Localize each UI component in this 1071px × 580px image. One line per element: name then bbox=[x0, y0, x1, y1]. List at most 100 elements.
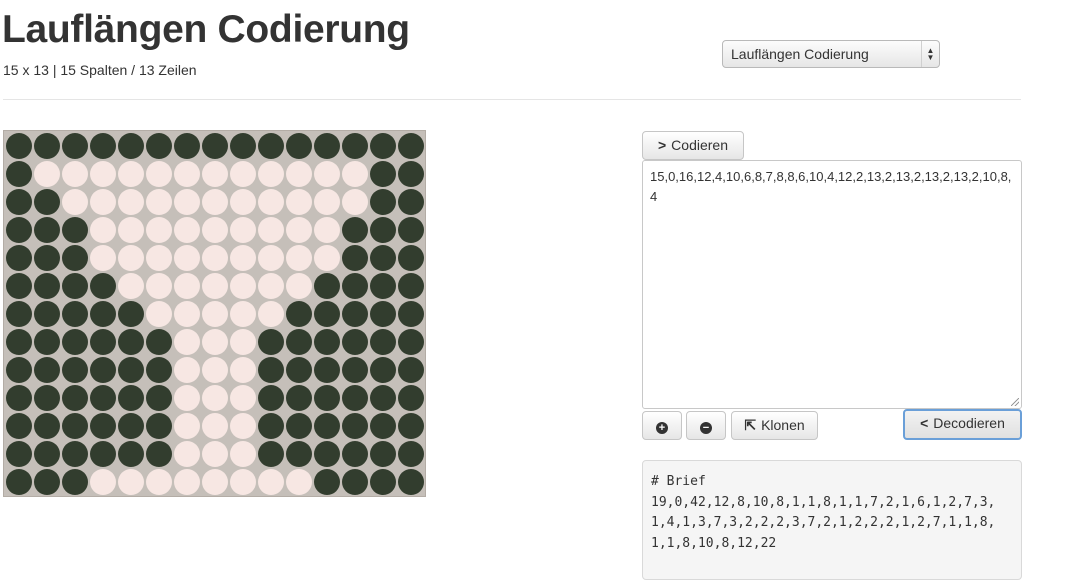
grid-cell[interactable] bbox=[62, 189, 88, 215]
grid-cell[interactable] bbox=[342, 413, 368, 439]
grid-cell[interactable] bbox=[230, 357, 256, 383]
grid-cell[interactable] bbox=[230, 245, 256, 271]
grid-cell[interactable] bbox=[202, 301, 228, 327]
grid-cell[interactable] bbox=[90, 469, 116, 495]
grid-cell[interactable] bbox=[342, 161, 368, 187]
grid-cell[interactable] bbox=[174, 301, 200, 327]
grid-cell[interactable] bbox=[230, 329, 256, 355]
grid-cell[interactable] bbox=[230, 273, 256, 299]
grid-cell[interactable] bbox=[398, 357, 424, 383]
grid-cell[interactable] bbox=[34, 133, 60, 159]
grid-cell[interactable] bbox=[34, 273, 60, 299]
grid-cell[interactable] bbox=[398, 385, 424, 411]
grid-cell[interactable] bbox=[90, 329, 116, 355]
grid-cell[interactable] bbox=[174, 189, 200, 215]
grid-cell[interactable] bbox=[174, 357, 200, 383]
grid-cell[interactable] bbox=[118, 189, 144, 215]
grid-cell[interactable] bbox=[62, 329, 88, 355]
grid-cell[interactable] bbox=[258, 217, 284, 243]
grid-cell[interactable] bbox=[370, 301, 396, 327]
grid-cell[interactable] bbox=[34, 385, 60, 411]
grid-cell[interactable] bbox=[370, 385, 396, 411]
grid-cell[interactable] bbox=[314, 385, 340, 411]
grid-cell[interactable] bbox=[286, 301, 312, 327]
grid-cell[interactable] bbox=[202, 189, 228, 215]
encoding-select[interactable]: Lauflängen Codierung ▲ ▼ bbox=[722, 40, 940, 68]
grid-cell[interactable] bbox=[146, 273, 172, 299]
grid-cell[interactable] bbox=[90, 441, 116, 467]
grid-cell[interactable] bbox=[314, 161, 340, 187]
grid-cell[interactable] bbox=[258, 273, 284, 299]
grid-cell[interactable] bbox=[398, 217, 424, 243]
grid-cell[interactable] bbox=[6, 469, 32, 495]
grid-cell[interactable] bbox=[202, 385, 228, 411]
grid-cell[interactable] bbox=[314, 133, 340, 159]
grid-cell[interactable] bbox=[286, 161, 312, 187]
grid-cell[interactable] bbox=[34, 469, 60, 495]
grid-cell[interactable] bbox=[6, 133, 32, 159]
clone-button[interactable]: ⇱ Klonen bbox=[731, 411, 818, 440]
grid-cell[interactable] bbox=[90, 189, 116, 215]
grid-cell[interactable] bbox=[202, 161, 228, 187]
grid-cell[interactable] bbox=[258, 385, 284, 411]
grid-cell[interactable] bbox=[62, 245, 88, 271]
grid-cell[interactable] bbox=[370, 245, 396, 271]
grid-cell[interactable] bbox=[258, 469, 284, 495]
grid-cell[interactable] bbox=[342, 357, 368, 383]
grid-cell[interactable] bbox=[34, 245, 60, 271]
grid-cell[interactable] bbox=[258, 245, 284, 271]
grid-cell[interactable] bbox=[174, 413, 200, 439]
grid-cell[interactable] bbox=[342, 329, 368, 355]
grid-cell[interactable] bbox=[202, 469, 228, 495]
grid-cell[interactable] bbox=[6, 301, 32, 327]
grid-cell[interactable] bbox=[286, 357, 312, 383]
grid-cell[interactable] bbox=[398, 441, 424, 467]
grid-cell[interactable] bbox=[62, 441, 88, 467]
grid-cell[interactable] bbox=[6, 273, 32, 299]
grid-cell[interactable] bbox=[230, 441, 256, 467]
grid-cell[interactable] bbox=[6, 161, 32, 187]
resize-handle-icon[interactable] bbox=[1011, 398, 1019, 406]
grid-cell[interactable] bbox=[286, 189, 312, 215]
grid-cell[interactable] bbox=[146, 329, 172, 355]
grid-cell[interactable] bbox=[314, 189, 340, 215]
grid-cell[interactable] bbox=[118, 329, 144, 355]
grid-cell[interactable] bbox=[342, 245, 368, 271]
grid-cell[interactable] bbox=[286, 133, 312, 159]
grid-cell[interactable] bbox=[370, 217, 396, 243]
zoom-in-button[interactable]: + bbox=[642, 411, 682, 440]
grid-cell[interactable] bbox=[286, 385, 312, 411]
grid-cell[interactable] bbox=[314, 301, 340, 327]
grid-cell[interactable] bbox=[202, 217, 228, 243]
grid-cell[interactable] bbox=[314, 413, 340, 439]
grid-cell[interactable] bbox=[34, 413, 60, 439]
grid-cell[interactable] bbox=[370, 357, 396, 383]
grid-cell[interactable] bbox=[370, 413, 396, 439]
grid-cell[interactable] bbox=[286, 441, 312, 467]
grid-cell[interactable] bbox=[398, 273, 424, 299]
grid-cell[interactable] bbox=[202, 273, 228, 299]
grid-cell[interactable] bbox=[286, 413, 312, 439]
grid-cell[interactable] bbox=[398, 469, 424, 495]
grid-cell[interactable] bbox=[398, 161, 424, 187]
grid-cell[interactable] bbox=[174, 217, 200, 243]
grid-cell[interactable] bbox=[62, 357, 88, 383]
grid-cell[interactable] bbox=[286, 469, 312, 495]
grid-cell[interactable] bbox=[174, 469, 200, 495]
grid-cell[interactable] bbox=[174, 441, 200, 467]
grid-cell[interactable] bbox=[118, 441, 144, 467]
grid-cell[interactable] bbox=[146, 357, 172, 383]
grid-cell[interactable] bbox=[146, 133, 172, 159]
grid-cell[interactable] bbox=[230, 301, 256, 327]
grid-cell[interactable] bbox=[342, 301, 368, 327]
grid-cell[interactable] bbox=[230, 413, 256, 439]
grid-cell[interactable] bbox=[370, 441, 396, 467]
grid-cell[interactable] bbox=[258, 357, 284, 383]
grid-cell[interactable] bbox=[118, 413, 144, 439]
grid-cell[interactable] bbox=[34, 441, 60, 467]
grid-cell[interactable] bbox=[62, 385, 88, 411]
grid-cell[interactable] bbox=[62, 301, 88, 327]
grid-cell[interactable] bbox=[146, 245, 172, 271]
grid-cell[interactable] bbox=[342, 133, 368, 159]
grid-cell[interactable] bbox=[174, 161, 200, 187]
